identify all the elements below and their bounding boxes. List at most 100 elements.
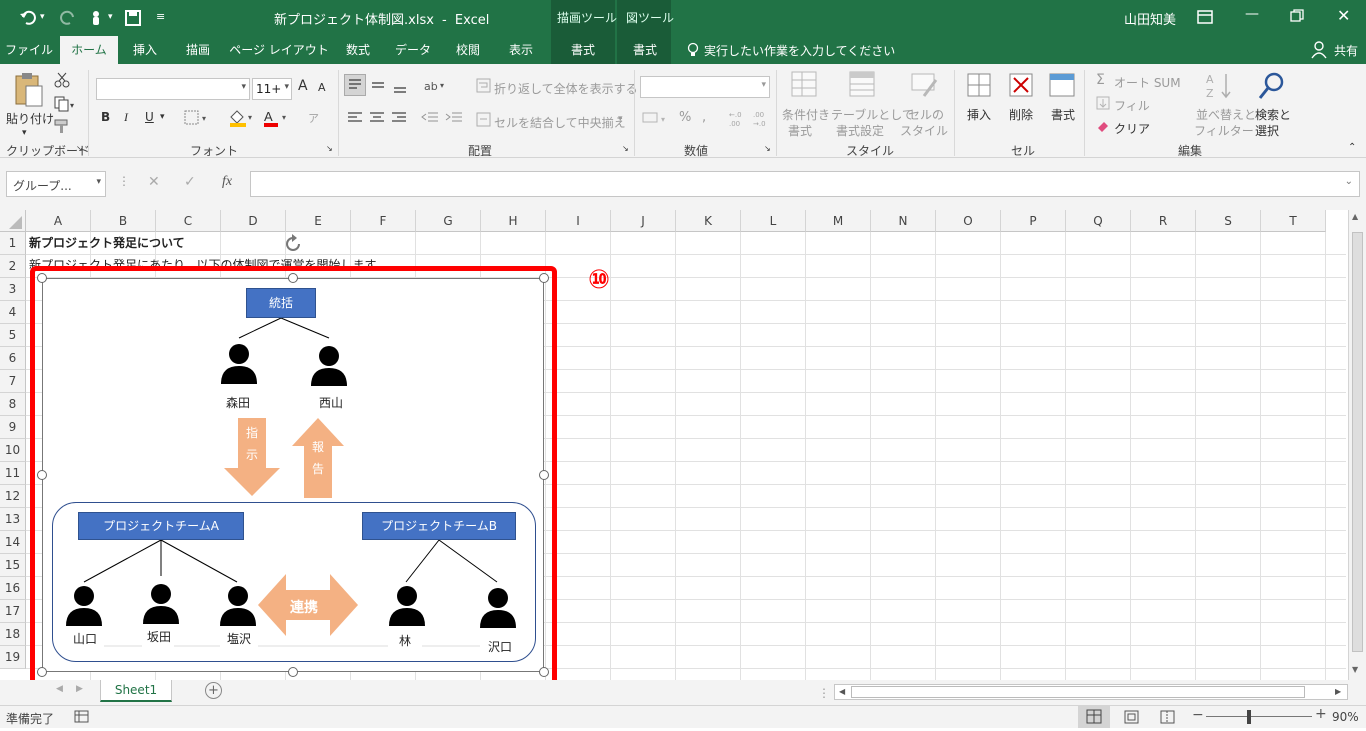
tab-drawing-format[interactable]: 書式 — [555, 36, 611, 64]
prev-sheet-icon[interactable]: ◀ — [56, 684, 63, 694]
ribbon-display-options-icon[interactable] — [1196, 8, 1214, 26]
tab-picture-format[interactable]: 書式 — [619, 36, 671, 64]
tab-home[interactable]: ホーム — [60, 36, 118, 64]
insert-cells-button[interactable]: 挿入 — [967, 106, 991, 123]
fill-color-icon[interactable]: ▾ — [228, 108, 258, 131]
cell-styles-button[interactable]: セルの — [908, 106, 944, 123]
align-bottom-icon[interactable] — [390, 76, 410, 99]
autosum-icon[interactable]: Σ — [1096, 72, 1105, 88]
next-sheet-icon[interactable]: ▶ — [76, 684, 83, 694]
format-as-table-button[interactable]: テーブルとして — [831, 106, 914, 123]
percent-button[interactable]: % — [679, 110, 691, 125]
alignment-launcher-icon[interactable]: ↘ — [622, 144, 629, 153]
tab-data[interactable]: データ — [384, 36, 442, 64]
undo-icon[interactable] — [18, 8, 38, 28]
name-box[interactable]: グループ... ▾ — [6, 171, 106, 197]
undo-dropdown-icon[interactable]: ▾ — [40, 12, 45, 22]
border-icon[interactable]: ▾ — [184, 110, 212, 129]
align-top-button[interactable] — [344, 74, 366, 96]
h-scroll-thumb[interactable] — [851, 686, 1305, 698]
format-painter-icon[interactable] — [54, 118, 70, 137]
scroll-down-icon[interactable]: ▼ — [1352, 665, 1358, 674]
conditional-formatting-icon[interactable] — [790, 70, 820, 103]
clear-button[interactable]: クリア — [1114, 120, 1150, 137]
vertical-scrollbar[interactable]: ▲ ▼ — [1348, 210, 1366, 680]
customize-qat-icon[interactable]: ≡ — [156, 10, 165, 23]
insert-function-button[interactable]: fx — [222, 174, 232, 190]
redo-icon[interactable] — [58, 8, 78, 28]
restore-icon[interactable] — [1290, 9, 1304, 23]
zoom-slider-thumb[interactable] — [1247, 710, 1251, 724]
expand-formula-icon[interactable]: ⌄ — [1345, 176, 1353, 187]
paste-dropdown-icon[interactable]: ▾ — [22, 128, 27, 138]
fill-icon[interactable] — [1096, 96, 1110, 113]
horizontal-scrollbar[interactable]: ◀ ▶ — [834, 684, 1348, 700]
formula-input[interactable]: ⌄ — [250, 171, 1360, 197]
minimize-icon[interactable]: — — [1245, 6, 1259, 22]
collapse-ribbon-icon[interactable]: ⌃ — [1348, 142, 1356, 153]
page-layout-view-icon[interactable] — [1124, 710, 1140, 727]
sort-filter-icon[interactable]: AZ — [1204, 70, 1236, 105]
align-middle-icon[interactable] — [368, 76, 388, 99]
align-right-icon[interactable] — [390, 110, 408, 129]
page-break-view-icon[interactable] — [1160, 710, 1176, 727]
increase-decimal-icon[interactable]: ←.0.00 — [728, 108, 748, 131]
worksheet[interactable]: ABCDEFGHIJKLMNOPQRST 1 2 3 4 5 6 7 8 9 10 11 12 13 14… — [0, 210, 1366, 680]
font-size-select[interactable]: 11+ ▾ — [252, 78, 292, 100]
save-icon[interactable] — [124, 9, 142, 27]
sheet-tab-sheet1[interactable]: Sheet1 — [100, 680, 172, 702]
font-color-icon[interactable]: A ▾ — [262, 108, 292, 131]
format-cells-icon[interactable] — [1048, 70, 1078, 103]
tab-review[interactable]: 校閲 — [444, 36, 492, 64]
tell-me-input[interactable]: 実行したい作業を入力してください — [704, 42, 895, 59]
decrease-decimal-icon[interactable]: .00 →.0 — [752, 108, 772, 131]
macro-record-icon[interactable] — [74, 710, 90, 727]
cancel-formula-icon[interactable]: ✕ — [148, 174, 160, 190]
tab-insert[interactable]: 挿入 — [120, 36, 170, 64]
cell-styles-icon[interactable] — [910, 70, 940, 103]
number-format-select[interactable]: ▾ — [640, 76, 770, 98]
tab-page-layout[interactable]: ページ レイアウト — [226, 36, 332, 64]
touch-dropdown-icon[interactable]: ▾ — [108, 12, 113, 22]
paste-icon[interactable] — [10, 70, 46, 110]
delete-cells-icon[interactable] — [1008, 70, 1036, 103]
enter-formula-icon[interactable]: ✓ — [184, 174, 196, 190]
tab-view[interactable]: 表示 — [494, 36, 548, 64]
font-launcher-icon[interactable]: ↘ — [326, 144, 333, 153]
autosum-button[interactable]: オート SUM — [1114, 74, 1181, 91]
zoom-level[interactable]: 90% — [1332, 710, 1359, 724]
bold-button[interactable]: B — [101, 110, 110, 124]
sort-filter-button[interactable]: 並べ替えと — [1196, 106, 1256, 123]
tab-formulas[interactable]: 数式 — [334, 36, 382, 64]
wrap-text-button[interactable]: 折り返して全体を表示する — [494, 80, 638, 97]
zoom-slider[interactable] — [1206, 716, 1312, 717]
merge-dropdown-icon[interactable]: ▾ — [618, 114, 623, 124]
italic-button[interactable]: I — [124, 110, 128, 125]
scroll-left-icon[interactable]: ◀ — [839, 687, 845, 696]
tab-file[interactable]: ファイル — [0, 36, 58, 64]
format-as-table-icon[interactable] — [848, 70, 878, 103]
tab-draw[interactable]: 描画 — [172, 36, 224, 64]
close-icon[interactable]: ✕ — [1337, 6, 1350, 25]
find-select-icon[interactable] — [1256, 70, 1288, 105]
touch-mode-icon[interactable] — [86, 8, 106, 28]
eraser-icon[interactable] — [1096, 119, 1110, 136]
fill-button[interactable]: フィル — [1114, 97, 1150, 114]
paste-button[interactable]: 貼り付け — [6, 110, 54, 127]
find-select-button[interactable]: 検索と — [1255, 106, 1291, 123]
delete-cells-button[interactable]: 削除 — [1009, 106, 1033, 123]
share-button[interactable]: 共有 — [1334, 42, 1358, 59]
share-icon[interactable] — [1311, 41, 1327, 59]
align-center-icon[interactable] — [368, 110, 386, 129]
merge-center-icon[interactable] — [476, 112, 492, 131]
add-sheet-icon[interactable]: + — [205, 682, 222, 699]
clipboard-launcher-icon[interactable]: ↘ — [76, 144, 83, 153]
scroll-thumb[interactable] — [1352, 232, 1363, 652]
copy-icon[interactable]: ▾ — [54, 96, 76, 115]
currency-icon[interactable]: ▾ — [642, 110, 672, 129]
cut-icon[interactable] — [54, 72, 70, 91]
scroll-up-icon[interactable]: ▲ — [1352, 212, 1358, 221]
comma-style-icon[interactable]: , — [702, 110, 706, 125]
zoom-out-icon[interactable]: − — [1192, 707, 1204, 723]
font-name-select[interactable]: ▾ — [96, 78, 250, 100]
